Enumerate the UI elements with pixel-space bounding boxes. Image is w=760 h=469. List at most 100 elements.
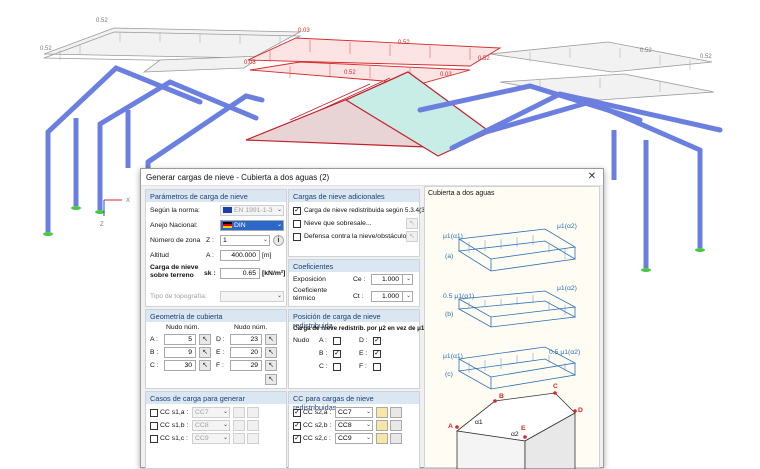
case-s1c-checkbox[interactable] xyxy=(150,435,158,443)
thermal-label-line1: Coeficiente xyxy=(293,287,328,294)
case-s2c-new-button[interactable] xyxy=(376,433,388,444)
snowguard-label: Defensa contra la nieve/obstáculo... xyxy=(304,233,413,240)
exposure-symbol: Ce : xyxy=(353,276,366,283)
case-s1a-checkbox[interactable] xyxy=(150,409,158,417)
pick-node-f-button[interactable]: ↖ xyxy=(265,360,277,371)
altitude-input[interactable]: 400.000 xyxy=(220,250,260,261)
mu1-alpha1-label: μ1(α1) xyxy=(443,233,463,240)
case-s1a-new-button[interactable] xyxy=(233,407,245,418)
node-f-input[interactable]: 29 xyxy=(230,360,262,371)
thermal-input[interactable]: 1.000 xyxy=(371,291,403,302)
pos-e-checkbox[interactable]: ✓ xyxy=(373,350,381,358)
node-b-input[interactable]: 9 xyxy=(164,347,196,358)
pos-b-checkbox[interactable]: ✓ xyxy=(333,350,341,358)
case-s1a-edit-button[interactable] xyxy=(247,407,259,418)
case-s2a-select[interactable]: CC7 ⌄ xyxy=(335,407,373,418)
case-s1c-new-button[interactable] xyxy=(233,433,245,444)
mu1-alpha1-c-label: μ1(α1) xyxy=(443,353,463,360)
point-b-label: B xyxy=(499,393,504,400)
topography-select[interactable]: ⌄ xyxy=(220,291,284,302)
overhang-checkbox[interactable] xyxy=(293,220,301,228)
annex-select[interactable]: DIN ⌄ xyxy=(220,220,284,231)
topography-label: Tipo de topografía: xyxy=(150,293,207,300)
thermal-label-line2: térmico xyxy=(293,295,316,302)
zone-select[interactable]: 1 ⌄ xyxy=(220,235,270,246)
snow-load-left-roof xyxy=(43,27,302,73)
case-s1b-edit-button[interactable] xyxy=(247,420,259,431)
case-s1b-checkbox[interactable] xyxy=(150,422,158,430)
panel-header: Coeficientes xyxy=(289,260,419,272)
case-s1b-select[interactable]: CC8 ⌄ xyxy=(192,420,230,431)
pos-f-checkbox[interactable] xyxy=(373,363,381,371)
snowguard-edit-button[interactable]: ↖ xyxy=(406,231,418,242)
case-s2c-edit-button[interactable] xyxy=(390,433,402,444)
load-label-red: 0.52 xyxy=(478,56,490,62)
pos-a-checkbox[interactable] xyxy=(333,337,341,345)
panel-header: CC para cargas de nieve redistribuidas xyxy=(289,392,419,412)
load-label: 0.52 xyxy=(700,54,712,60)
node-c-input[interactable]: 30 xyxy=(164,360,196,371)
pos-d-checkbox[interactable]: ✓ xyxy=(373,337,381,345)
pick-node-c-button[interactable]: ↖ xyxy=(199,360,211,371)
roof-preview-panel: Cubierta a dos aguas μ1(α1) μ1(α2) (a) 0… xyxy=(424,186,600,469)
point-c-label: C xyxy=(553,383,558,390)
load-label-red: 0.52 xyxy=(344,70,356,76)
info-icon[interactable]: i xyxy=(273,235,284,246)
case-s1a-select[interactable]: CC7 ⌄ xyxy=(192,407,230,418)
panel-header: Cargas de nieve adicionales xyxy=(289,190,419,202)
panel-header: Geometría de cubierta xyxy=(146,310,286,322)
gable-roof-selected[interactable] xyxy=(245,71,492,157)
node-c-label: C : xyxy=(150,362,159,369)
snow-label-line2: sobre terreno xyxy=(150,272,194,279)
case-s2b-edit-button[interactable] xyxy=(390,420,402,431)
case-s1b-new-button[interactable] xyxy=(233,420,245,431)
exposure-label: Exposición xyxy=(293,276,326,283)
pos-d-label: D : xyxy=(359,337,368,344)
node-d-input[interactable]: 23 xyxy=(230,334,262,345)
panel-header: Parámetros de carga de nieve xyxy=(146,190,286,202)
close-button[interactable]: ✕ xyxy=(585,170,599,184)
pick-node-a-button[interactable]: ↖ xyxy=(199,334,211,345)
case-s2b-select[interactable]: CC8 ⌄ xyxy=(335,420,373,431)
node-f-label: F : xyxy=(216,362,224,369)
snowguard-checkbox[interactable] xyxy=(293,233,301,241)
overhang-edit-button[interactable]: ↖ xyxy=(406,218,418,229)
overhang-label: Nieve que sobresale... xyxy=(304,220,372,227)
snow-load-input[interactable]: 0.65 xyxy=(220,268,260,279)
case-s2c-checkbox[interactable]: ✓ xyxy=(293,435,301,443)
thermal-dropdown[interactable]: ⌄ xyxy=(403,291,413,302)
node-e-input[interactable]: 20 xyxy=(230,347,262,358)
alpha2-label: α2 xyxy=(511,431,519,438)
case-s1a-label: CC s1,a : xyxy=(160,409,189,416)
altitude-label: Altitud xyxy=(150,252,169,259)
norm-select[interactable]: EN 1991-1-3 ⌄ xyxy=(220,205,284,216)
node-d-label: D : xyxy=(216,336,225,343)
point-a-label: A xyxy=(448,423,453,430)
pick-node-b-button[interactable]: ↖ xyxy=(199,347,211,358)
case-s2a-new-button[interactable] xyxy=(376,407,388,418)
half-mu1-alpha1-label: 0.5 μ1(α1) xyxy=(443,293,475,300)
case-s2a-edit-button[interactable] xyxy=(390,407,402,418)
pick-node-e-button[interactable]: ↖ xyxy=(265,347,277,358)
case-s1c-edit-button[interactable] xyxy=(247,433,259,444)
snow-unit: [kN/m²] xyxy=(262,270,286,277)
case-s2b-label: CC s2,b : xyxy=(303,422,332,429)
redistributed-checkbox[interactable]: ✓ xyxy=(293,207,301,215)
roof-geometry-panel: Geometría de cubierta Nudo núm. Nudo núm… xyxy=(145,309,287,389)
case-s2a-checkbox[interactable]: ✓ xyxy=(293,409,301,417)
case-s2b-checkbox[interactable]: ✓ xyxy=(293,422,301,430)
redistributed-label: Carga de nieve redistribuida según 5.3.4… xyxy=(304,207,427,214)
case-s2c-select[interactable]: CC9 ⌄ xyxy=(335,433,373,444)
exposure-input[interactable]: 1.000 xyxy=(371,274,403,285)
exposure-dropdown[interactable]: ⌄ xyxy=(403,274,413,285)
case-s2b-new-button[interactable] xyxy=(376,420,388,431)
case-s1c-select[interactable]: CC9 ⌄ xyxy=(192,433,230,444)
pick-node-d-button[interactable]: ↖ xyxy=(265,334,277,345)
eu-flag-icon xyxy=(223,207,232,214)
redistribution-description: Carga de nieve redistrib. por μ2 en vez … xyxy=(293,325,425,332)
pick-all-nodes-button[interactable]: ↖ xyxy=(265,374,277,385)
snow-symbol: sk : xyxy=(204,270,216,277)
node-a-input[interactable]: 5 xyxy=(164,334,196,345)
pos-c-checkbox[interactable] xyxy=(333,363,341,371)
mu1-alpha2-b-label: μ1(α2) xyxy=(557,285,577,292)
